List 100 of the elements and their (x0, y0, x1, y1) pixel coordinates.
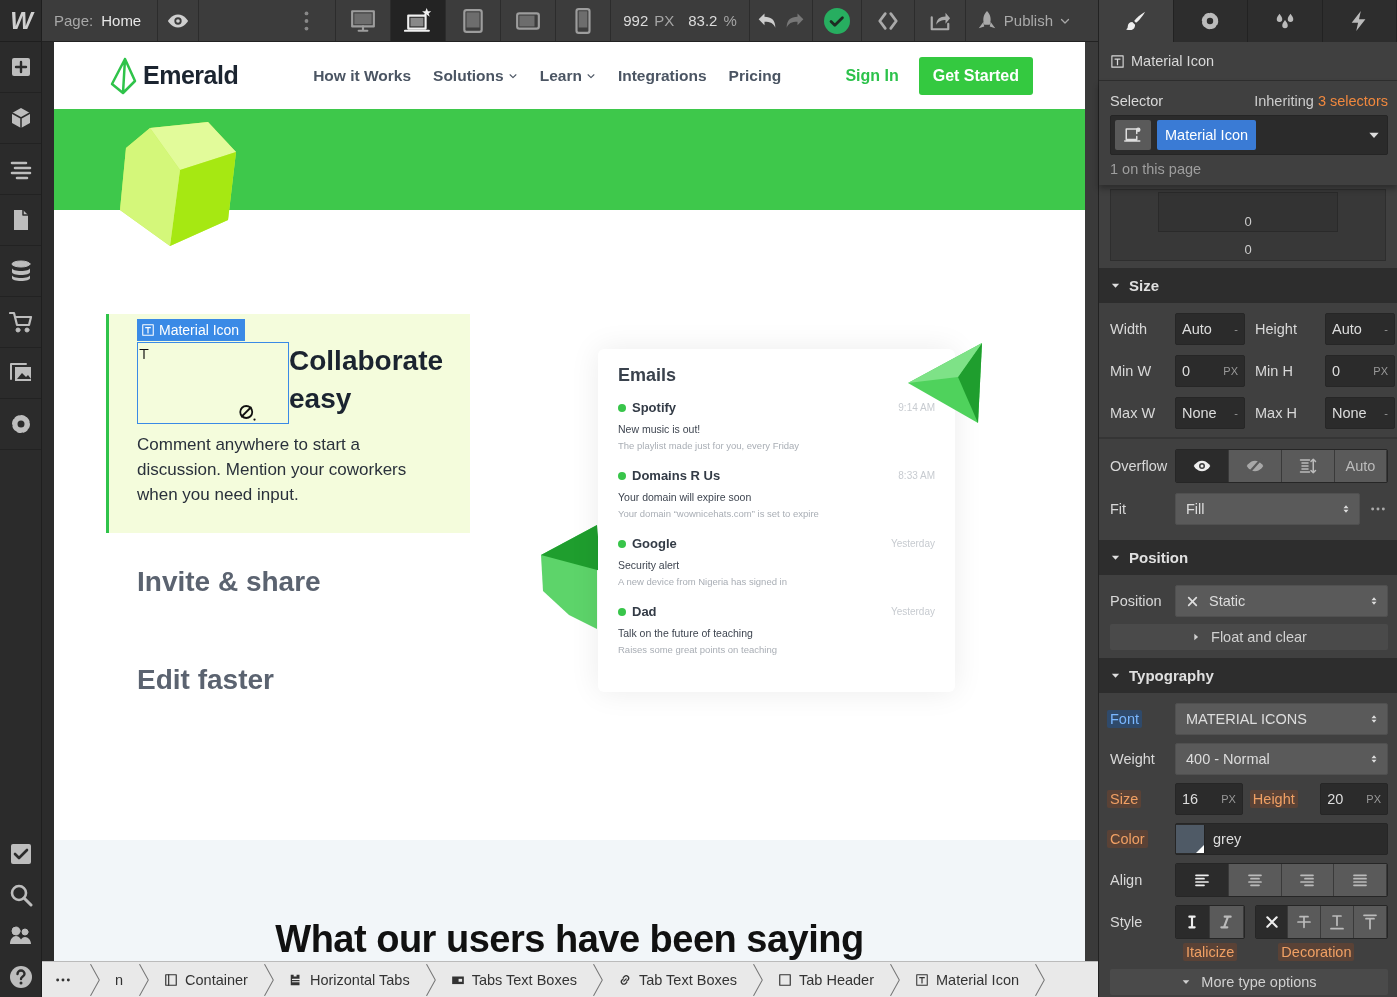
size-field[interactable]: Auto - (1175, 313, 1245, 345)
nav-link[interactable]: How it Works (313, 66, 412, 85)
color-field[interactable]: grey (1175, 823, 1388, 855)
breadcrumb-item[interactable]: Material Icon (901, 962, 1047, 997)
publish-button[interactable]: Publish (965, 0, 1081, 41)
element-icon (1124, 126, 1142, 144)
underline-icon (1329, 914, 1346, 930)
device-button[interactable] (391, 0, 447, 41)
email-subject: Security alert (618, 559, 681, 571)
panel-tab[interactable] (1322, 0, 1397, 42)
chevron-icon (889, 962, 901, 997)
float-and-clear-button[interactable]: Float and clear (1110, 624, 1388, 650)
gem-logo-icon (109, 56, 137, 95)
segmented-control[interactable] (1254, 905, 1388, 939)
feature-tab[interactable]: Invite & share (137, 566, 321, 597)
tab-description: Comment anywhere to start a discussion. Mention your coworkers when you need input. (137, 434, 408, 506)
email-preview: The playlist made just for you, every Friday (618, 440, 801, 451)
weight-select[interactable]: 400 - Normal (1175, 743, 1388, 775)
position-select[interactable]: Static (1175, 585, 1388, 617)
strike-icon (1296, 914, 1313, 930)
decoration-option[interactable] (1288, 906, 1322, 938)
page-name[interactable]: Home (101, 12, 142, 29)
text-box-icon (1110, 53, 1125, 69)
field-label: Color (1107, 830, 1148, 848)
text-box-icon (141, 323, 155, 337)
field-label: Weight (1110, 751, 1155, 767)
class-chip[interactable]: Material Icon (1157, 120, 1256, 150)
status-dot (618, 539, 626, 548)
selector-field[interactable]: Material Icon (1110, 115, 1388, 155)
size-field[interactable]: 0 PX (1175, 355, 1245, 387)
scrollbar[interactable] (1085, 42, 1098, 961)
brand-name[interactable]: Emerald (143, 61, 239, 90)
field-label: Position (1110, 593, 1163, 609)
segmented-control[interactable]: Auto (1175, 449, 1388, 483)
align-option[interactable] (1228, 864, 1282, 896)
overline-icon (1362, 914, 1379, 930)
card-title: Emails (618, 365, 678, 386)
inherited-selectors-link[interactable]: 3 selectors (1317, 93, 1388, 109)
stepper-icon (1369, 753, 1379, 765)
nav-link[interactable]: Learn (539, 66, 596, 85)
align-option[interactable] (1281, 864, 1335, 896)
nav-link[interactable]: Integrations (617, 66, 707, 85)
overflow-option[interactable] (1176, 450, 1229, 482)
size-field[interactable]: 16 PX (1175, 783, 1243, 815)
breadcrumb-item[interactable]: Tab Header (764, 962, 901, 997)
cart-icon (8, 310, 33, 334)
breadcrumb-item[interactable]: Tabs Text Boxes (436, 962, 604, 997)
italic-icon (1218, 914, 1235, 930)
field-label: Min H (1254, 363, 1294, 379)
size-field[interactable]: None - (1175, 397, 1245, 429)
chevron-icon (424, 962, 437, 997)
feature-tab[interactable]: Edit faster (137, 664, 274, 695)
size-field[interactable]: None - (1325, 397, 1395, 429)
chevron-icon (1034, 962, 1047, 997)
segmented-control[interactable] (1175, 905, 1245, 939)
align-option[interactable] (1334, 864, 1387, 896)
feature-tab[interactable]: Material Icon Collaborate easy Comment anywhere to start a discussion. Mention your coworkers when you need input. (106, 314, 470, 533)
email-preview: A new device from Nigeria has signed in (618, 576, 788, 587)
section-title[interactable]: Position (1129, 549, 1189, 566)
breadcrumb-item[interactable]: Tab Text Boxes (603, 962, 765, 997)
font-select[interactable]: MATERIAL ICONS (1175, 703, 1388, 735)
close-icon (1263, 914, 1280, 930)
decoration-option[interactable] (1354, 906, 1387, 938)
line-height-field[interactable]: 20 PX (1320, 783, 1388, 815)
size-field[interactable]: Auto - (1325, 313, 1395, 345)
italic-option[interactable] (1176, 906, 1210, 938)
breadcrumb-item[interactable]: Container (150, 962, 275, 997)
overflow-option[interactable]: Auto (1335, 450, 1387, 482)
size-field[interactable]: 0 PX (1325, 355, 1395, 387)
section-title[interactable]: Size (1129, 277, 1159, 294)
decoration-option[interactable] (1321, 906, 1355, 938)
nav-link[interactable]: Solutions (433, 66, 518, 85)
fit-select[interactable]: Fill (1175, 493, 1360, 525)
align-option[interactable] (1176, 864, 1229, 896)
field-label: Size (1107, 790, 1142, 808)
segmented-control[interactable] (1175, 863, 1388, 897)
field-label: Fit (1110, 501, 1128, 517)
decoration-option[interactable] (1255, 906, 1289, 938)
status-dot (618, 471, 626, 480)
nav-link[interactable]: Pricing (728, 66, 782, 85)
align-center-icon (1245, 872, 1264, 888)
element-button[interactable] (1115, 120, 1151, 150)
panel-tab[interactable] (1248, 0, 1323, 42)
email-sender: Domains R Us (632, 468, 721, 483)
italic-option[interactable] (1209, 906, 1244, 938)
email-subject: New music is out! (618, 423, 702, 435)
stepper-icon (1369, 713, 1379, 725)
spacing-box[interactable]: 0 0 (1110, 189, 1386, 261)
spacing-value[interactable]: 0 (1244, 214, 1252, 229)
more-type-options-button[interactable]: More type options (1110, 969, 1388, 995)
breadcrumb-item[interactable]: Horizontal Tabs (274, 962, 437, 997)
breadcrumb-item[interactable]: n (101, 962, 151, 997)
align-justify-icon (1351, 872, 1370, 888)
color-swatch[interactable] (1176, 825, 1205, 853)
field-label: Font (1107, 710, 1142, 728)
section-title[interactable]: Typography (1129, 667, 1214, 684)
email-subject: Talk on the future of teaching (618, 627, 754, 639)
spacing-value[interactable]: 0 (1244, 242, 1252, 257)
panel-tab[interactable] (1173, 0, 1248, 42)
chevron-icon (138, 962, 151, 997)
